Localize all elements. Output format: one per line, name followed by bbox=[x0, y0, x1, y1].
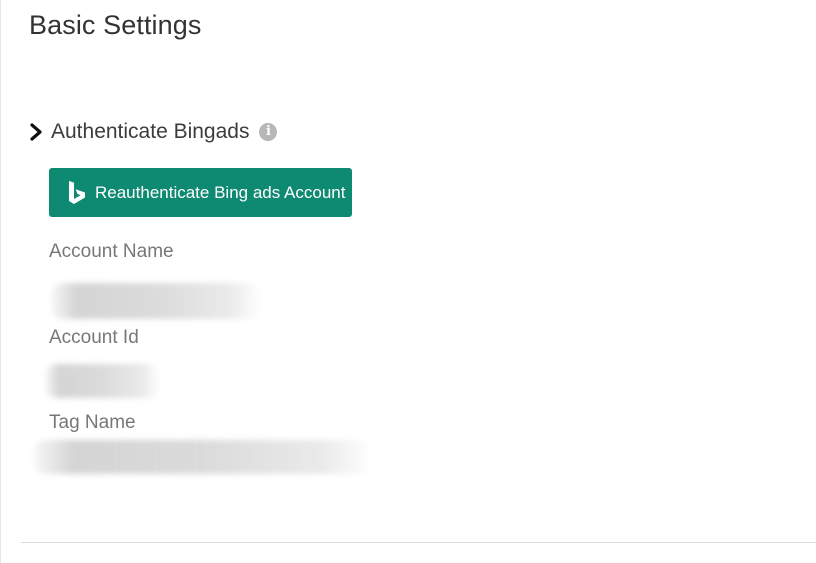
section-toggle-authenticate-bingads[interactable]: Authenticate Bingads i bbox=[29, 119, 278, 145]
account-name-label: Account Name bbox=[49, 241, 174, 262]
reauthenticate-bing-ads-button[interactable]: Reauthenticate Bing ads Account bbox=[49, 168, 352, 217]
account-name-value-redacted bbox=[51, 283, 261, 319]
chevron-right-icon[interactable] bbox=[29, 123, 43, 141]
section-title: Authenticate Bingads bbox=[51, 120, 250, 143]
tag-name-label: Tag Name bbox=[49, 412, 136, 433]
account-id-label: Account Id bbox=[49, 327, 139, 348]
account-id-value-redacted bbox=[45, 364, 160, 398]
reauthenticate-button-label: Reauthenticate Bing ads Account bbox=[95, 182, 346, 202]
info-icon[interactable]: i bbox=[259, 123, 278, 141]
tag-name-value-redacted bbox=[33, 440, 373, 474]
section-divider bbox=[21, 542, 816, 543]
settings-page: Basic Settings Authenticate Bingads i Re… bbox=[0, 0, 816, 563]
bing-logo-icon bbox=[69, 180, 85, 204]
page-title: Basic Settings bbox=[29, 10, 202, 40]
